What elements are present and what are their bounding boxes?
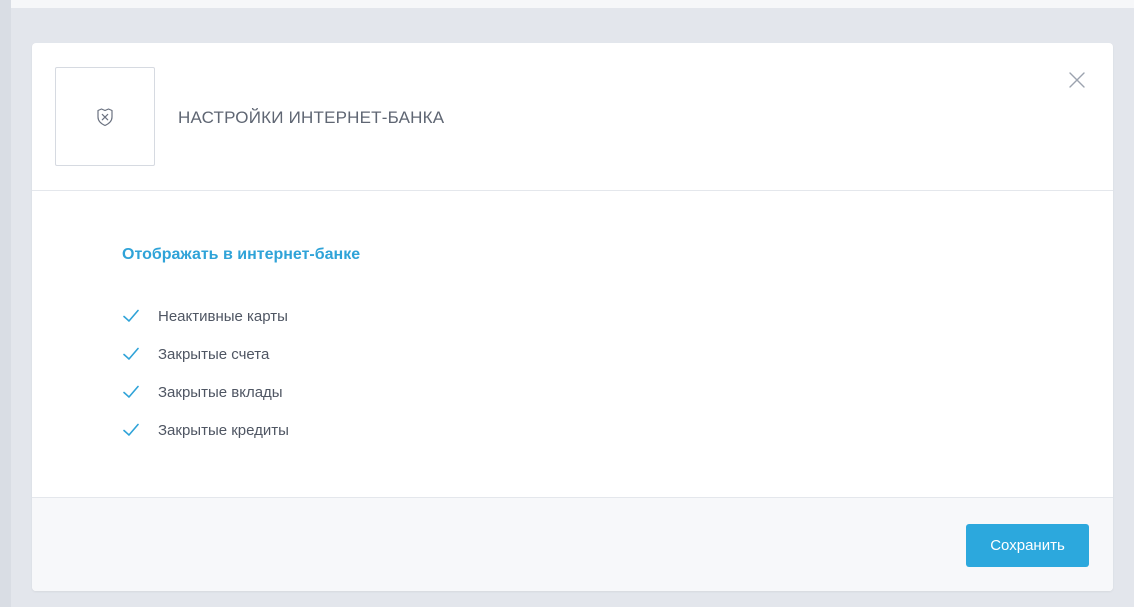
page-top-strip xyxy=(0,0,1134,8)
page-left-strip xyxy=(0,0,11,607)
checkmark-icon[interactable] xyxy=(122,345,140,363)
modal-body: Отображать в интернет-банке Неактивные к… xyxy=(32,191,1113,497)
checkbox-label: Закрытые вклады xyxy=(158,383,283,401)
checkbox-inactive-cards[interactable]: Неактивные карты xyxy=(122,297,289,335)
close-button[interactable] xyxy=(1066,69,1088,91)
checkmark-icon[interactable] xyxy=(122,383,140,401)
section-title: Отображать в интернет-банке xyxy=(122,246,361,263)
checkbox-closed-deposits[interactable]: Закрытые вклады xyxy=(122,373,289,411)
modal-title: НАСТРОЙКИ ИНТЕРНЕТ-БАНКА xyxy=(178,108,445,127)
header-icon-box xyxy=(55,67,155,166)
checkbox-closed-accounts[interactable]: Закрытые счета xyxy=(122,335,289,373)
checkmark-icon[interactable] xyxy=(122,307,140,325)
shield-x-icon xyxy=(97,107,113,126)
checkbox-label: Закрытые счета xyxy=(158,345,270,363)
internet-bank-settings-modal: НАСТРОЙКИ ИНТЕРНЕТ-БАНКА Отображать в ин… xyxy=(32,43,1113,591)
modal-footer: Сохранить xyxy=(32,497,1113,591)
checkbox-label: Неактивные карты xyxy=(158,307,288,325)
checkbox-closed-loans[interactable]: Закрытые кредиты xyxy=(122,411,289,449)
save-button[interactable]: Сохранить xyxy=(966,524,1089,567)
checkbox-label: Закрытые кредиты xyxy=(158,421,289,439)
modal-header: НАСТРОЙКИ ИНТЕРНЕТ-БАНКА xyxy=(32,43,1113,191)
checkmark-icon[interactable] xyxy=(122,421,140,439)
close-icon xyxy=(1069,72,1085,88)
checkbox-list: Неактивные карты Закрытые счета Закрытые… xyxy=(122,297,289,449)
